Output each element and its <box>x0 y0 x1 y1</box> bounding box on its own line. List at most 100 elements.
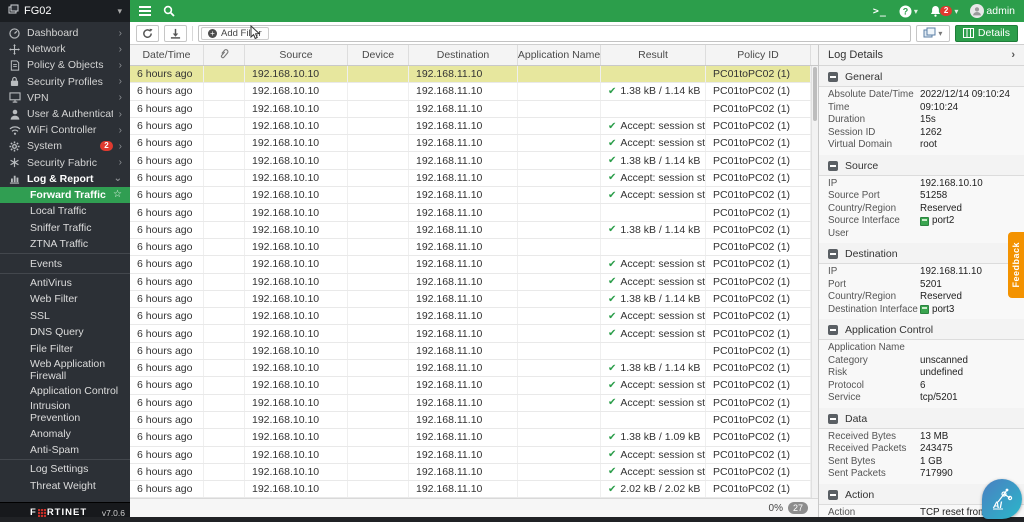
table-row[interactable]: 6 hours ago192.168.10.10192.168.11.10✔Ac… <box>130 377 811 394</box>
table-row[interactable]: 6 hours ago192.168.10.10192.168.11.10✔Ac… <box>130 447 811 464</box>
table-row[interactable]: 6 hours ago192.168.10.10192.168.11.10✔Ac… <box>130 135 811 152</box>
table-row[interactable]: 6 hours ago192.168.10.10192.168.11.10✔Ac… <box>130 118 811 135</box>
column-header-result[interactable]: Result <box>601 45 706 65</box>
sidebar-item-security-fabric[interactable]: Security Fabric› <box>0 155 130 171</box>
sidebar-subitem-sniffer-traffic[interactable]: Sniffer Traffic <box>0 220 130 236</box>
sidebar-subitem-intrusion-prevention[interactable]: Intrusion Prevention <box>0 399 130 425</box>
column-header-destination[interactable]: Destination <box>409 45 518 65</box>
sidebar-subitem-anti-spam[interactable]: Anti-Spam <box>0 442 130 458</box>
details-toggle-button[interactable]: Details <box>955 25 1018 42</box>
download-button[interactable] <box>164 25 187 42</box>
vertical-scrollbar[interactable] <box>811 66 818 498</box>
table-row[interactable]: 6 hours ago192.168.10.10192.168.11.10✔Ac… <box>130 395 811 412</box>
sidebar-item-policy-objects[interactable]: Policy & Objects› <box>0 57 130 73</box>
scrollbar-thumb[interactable] <box>813 67 817 121</box>
table-cell <box>518 256 601 272</box>
checkmark-icon: ✔ <box>608 224 616 235</box>
sidebar-subitem-web-filter[interactable]: Web Filter <box>0 291 130 307</box>
table-row[interactable]: 6 hours ago192.168.10.10192.168.11.10PC0… <box>130 66 811 83</box>
table-row[interactable]: 6 hours ago192.168.10.10192.168.11.10✔Ac… <box>130 464 811 481</box>
filter-search-bar[interactable]: Add Filter <box>198 25 911 42</box>
sidebar-item-wifi-controller[interactable]: WiFi Controller› <box>0 122 130 138</box>
sidebar-item-user-authentication[interactable]: User & Authentication› <box>0 106 130 122</box>
column-header-policy-id[interactable]: Policy ID <box>706 45 811 65</box>
result-cell: ✔1.38 kB / 1.14 kB <box>601 291 706 307</box>
sidebar-subitem-local-traffic[interactable]: Local Traffic <box>0 203 130 219</box>
section-header-data[interactable]: Data <box>819 408 1024 428</box>
sidebar-subitem-application-control[interactable]: Application Control <box>0 383 130 399</box>
cell-text: 192.168.10.10 <box>252 379 319 391</box>
table-row[interactable]: 6 hours ago192.168.10.10192.168.11.10✔Ac… <box>130 308 811 325</box>
table-cell: 6 hours ago <box>130 325 204 341</box>
user-menu[interactable]: admin <box>970 4 1015 18</box>
fabric-icon <box>8 157 21 168</box>
table-row[interactable]: 6 hours ago192.168.10.10192.168.11.10✔2.… <box>130 481 811 498</box>
table-row[interactable]: 6 hours ago192.168.10.10192.168.11.10✔1.… <box>130 222 811 239</box>
sidebar-item-system[interactable]: System2› <box>0 138 130 154</box>
table-cell <box>348 204 409 220</box>
network-icon <box>8 44 21 55</box>
table-row[interactable]: 6 hours ago192.168.10.10192.168.11.10✔1.… <box>130 360 811 377</box>
divider <box>192 26 193 41</box>
sidebar-subitem-forward-traffic[interactable]: Forward Traffic☆ <box>0 187 130 203</box>
column-header-source[interactable]: Source <box>245 45 348 65</box>
table-row[interactable]: 6 hours ago192.168.10.10192.168.11.10PC0… <box>130 101 811 118</box>
sidebar-item-network[interactable]: Network› <box>0 41 130 57</box>
column-header-device[interactable]: Device <box>348 45 409 65</box>
sidebar-subitem-web-application-firewall[interactable]: Web Application Firewall <box>0 357 130 383</box>
sidebar-item-dashboard[interactable]: Dashboard› <box>0 25 130 41</box>
table-cell <box>518 429 601 445</box>
table-row[interactable]: 6 hours ago192.168.10.10192.168.11.10✔1.… <box>130 152 811 169</box>
table-cell: 192.168.10.10 <box>245 447 348 463</box>
table-row[interactable]: 6 hours ago192.168.10.10192.168.11.10PC0… <box>130 239 811 256</box>
column-header-attachment[interactable] <box>204 45 245 65</box>
table-row[interactable]: 6 hours ago192.168.10.10192.168.11.10✔1.… <box>130 83 811 100</box>
chevron-right-icon: › <box>119 28 122 39</box>
sidebar-item-security-profiles[interactable]: Security Profiles› <box>0 74 130 90</box>
table-row[interactable]: 6 hours ago192.168.10.10192.168.11.10PC0… <box>130 412 811 429</box>
checkmark-icon: ✔ <box>608 328 616 339</box>
menu-icon[interactable] <box>139 6 151 16</box>
section-header-source[interactable]: Source <box>819 155 1024 175</box>
section-header-application-control[interactable]: Application Control <box>819 319 1024 339</box>
column-header-application-name[interactable]: Application Name <box>518 45 601 65</box>
ai-assistant-button[interactable]: AI <box>982 479 1022 519</box>
table-cell <box>518 412 601 428</box>
load-progress: 0% <box>769 503 783 514</box>
table-row[interactable]: 6 hours ago192.168.10.10192.168.11.10✔Ac… <box>130 325 811 342</box>
notifications-bell-icon[interactable]: 2 ▾ <box>930 5 958 17</box>
table-row[interactable]: 6 hours ago192.168.10.10192.168.11.10✔1.… <box>130 291 811 308</box>
sidebar-subitem-ssl[interactable]: SSL <box>0 308 130 324</box>
feedback-tab[interactable]: Feedback <box>1008 232 1024 298</box>
cli-console-icon[interactable]: >_ <box>873 6 887 17</box>
section-header-general[interactable]: General <box>819 66 1024 86</box>
collapse-panel-icon[interactable]: › <box>1011 49 1015 61</box>
refresh-button[interactable] <box>136 25 159 42</box>
policy-id-text: PC01toPC02 (1) <box>713 120 790 132</box>
sidebar-subitem-anomaly[interactable]: Anomaly <box>0 425 130 441</box>
section-header-destination[interactable]: Destination <box>819 243 1024 263</box>
table-row[interactable]: 6 hours ago192.168.10.10192.168.11.10PC0… <box>130 204 811 221</box>
sidebar-subitem-ztna-traffic[interactable]: ZTNA Traffic <box>0 236 130 252</box>
sidebar-subitem-threat-weight[interactable]: Threat Weight <box>0 478 130 494</box>
pane-layout-button[interactable]: ▾ <box>916 25 950 42</box>
sidebar-subitem-log-settings[interactable]: Log Settings <box>0 461 130 477</box>
sidebar-subitem-file-filter[interactable]: File Filter <box>0 340 130 356</box>
sidebar-item-vpn[interactable]: VPN› <box>0 90 130 106</box>
table-row[interactable]: 6 hours ago192.168.10.10192.168.11.10✔Ac… <box>130 187 811 204</box>
help-icon[interactable]: ? ▾ <box>899 5 918 18</box>
table-row[interactable]: 6 hours ago192.168.10.10192.168.11.10PC0… <box>130 343 811 360</box>
table-row[interactable]: 6 hours ago192.168.10.10192.168.11.10✔Ac… <box>130 170 811 187</box>
search-icon[interactable] <box>163 5 175 17</box>
table-row[interactable]: 6 hours ago192.168.10.10192.168.11.10✔Ac… <box>130 274 811 291</box>
table-cell <box>348 274 409 290</box>
sidebar-subitem-antivirus[interactable]: AntiVirus <box>0 275 130 291</box>
sidebar-item-log-report[interactable]: Log & Report⌄ <box>0 171 130 187</box>
detail-label: Duration <box>828 114 920 127</box>
sidebar-subitem-events[interactable]: Events <box>0 255 130 271</box>
column-header-date-time[interactable]: Date/Time <box>130 45 204 65</box>
sidebar-subitem-dns-query[interactable]: DNS Query <box>0 324 130 340</box>
table-row[interactable]: 6 hours ago192.168.10.10192.168.11.10✔Ac… <box>130 256 811 273</box>
table-row[interactable]: 6 hours ago192.168.10.10192.168.11.10✔1.… <box>130 429 811 446</box>
device-selector[interactable]: FG02 ▾ <box>0 0 130 22</box>
